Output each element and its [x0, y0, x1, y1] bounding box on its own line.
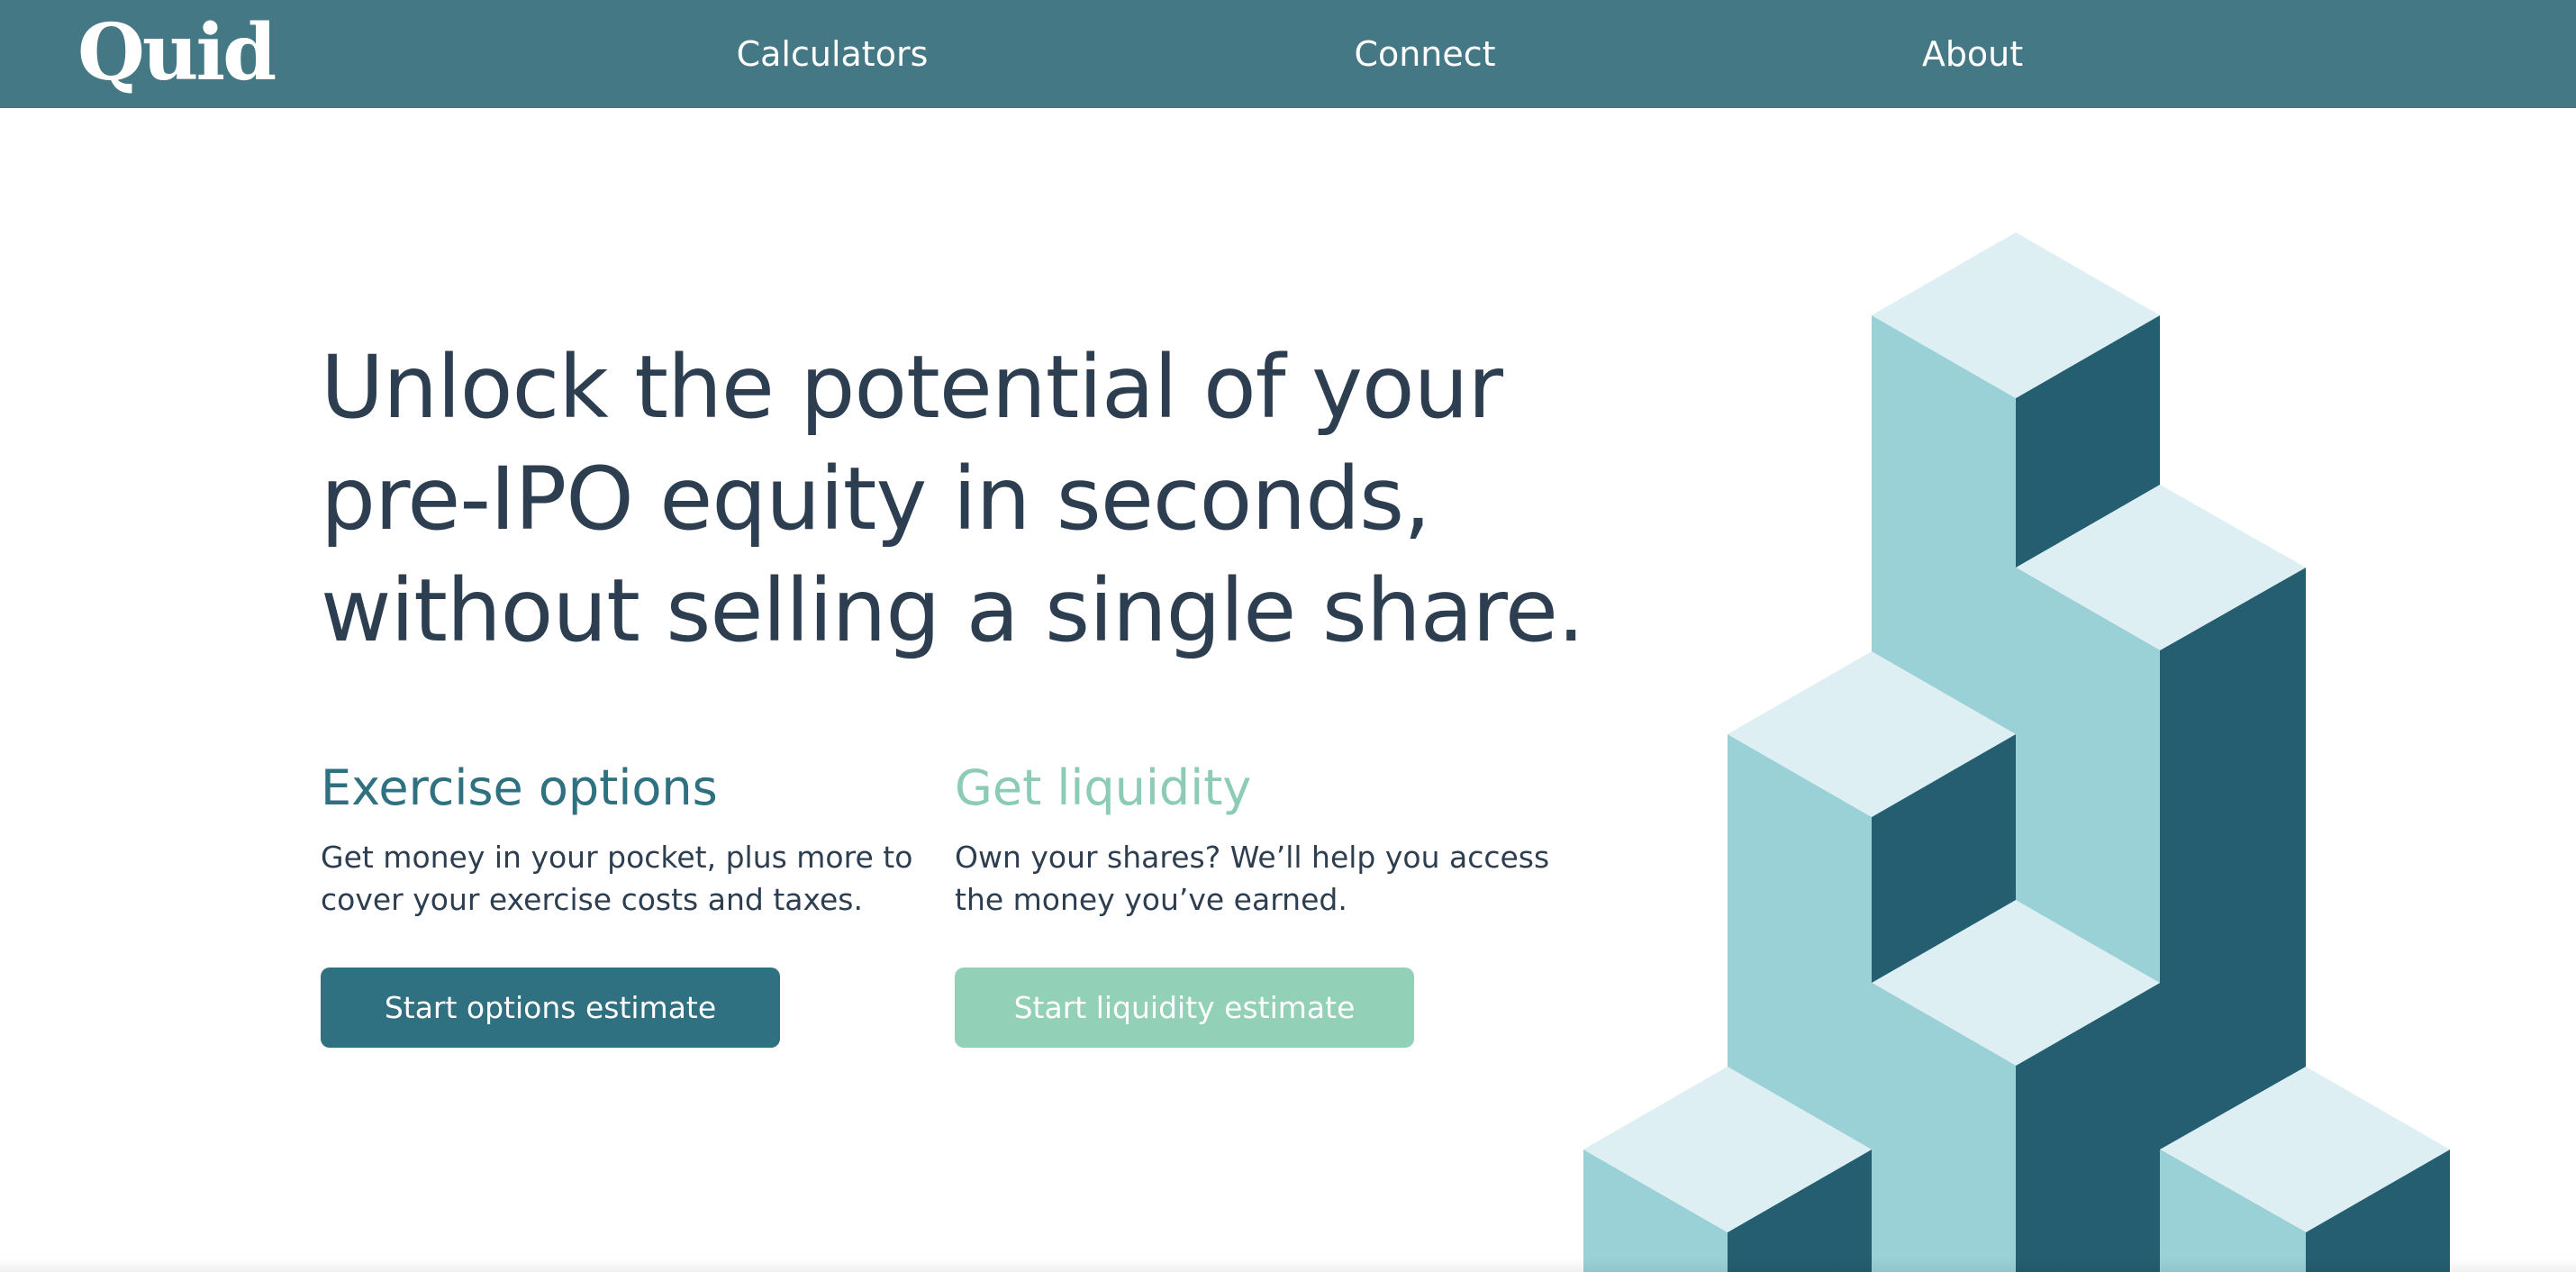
- nav-calculators-link[interactable]: Calculators: [737, 0, 929, 108]
- nav-connect-link[interactable]: Connect: [1354, 0, 1495, 108]
- bottom-shadow: [0, 1258, 2576, 1272]
- get-liquidity-title: Get liquidity: [955, 759, 1252, 816]
- nav-about-link[interactable]: About: [1922, 0, 2023, 108]
- top-navbar: Quid Calculators Connect About: [0, 0, 2576, 108]
- get-liquidity-description: Own your shares? We’ll help you access t…: [955, 840, 1550, 917]
- start-options-estimate-button[interactable]: Start options estimate: [321, 968, 780, 1048]
- hero-headline-line-3: without selling a single share.: [321, 560, 1584, 661]
- exercise-options-description: Get money in your pocket, plus more to c…: [321, 840, 913, 917]
- quid-logo[interactable]: Quid: [77, 4, 277, 103]
- hero-headline-line-2: pre-IPO equity in seconds,: [321, 449, 1431, 550]
- hero-headline-line-1: Unlock the potential of your: [321, 337, 1503, 438]
- start-liquidity-estimate-button[interactable]: Start liquidity estimate: [955, 968, 1414, 1048]
- hero-headline: Unlock the potential of your pre-IPO equ…: [321, 332, 1672, 667]
- stacked-cubes-illustration: [1583, 232, 2450, 1272]
- exercise-options-title: Exercise options: [321, 759, 718, 816]
